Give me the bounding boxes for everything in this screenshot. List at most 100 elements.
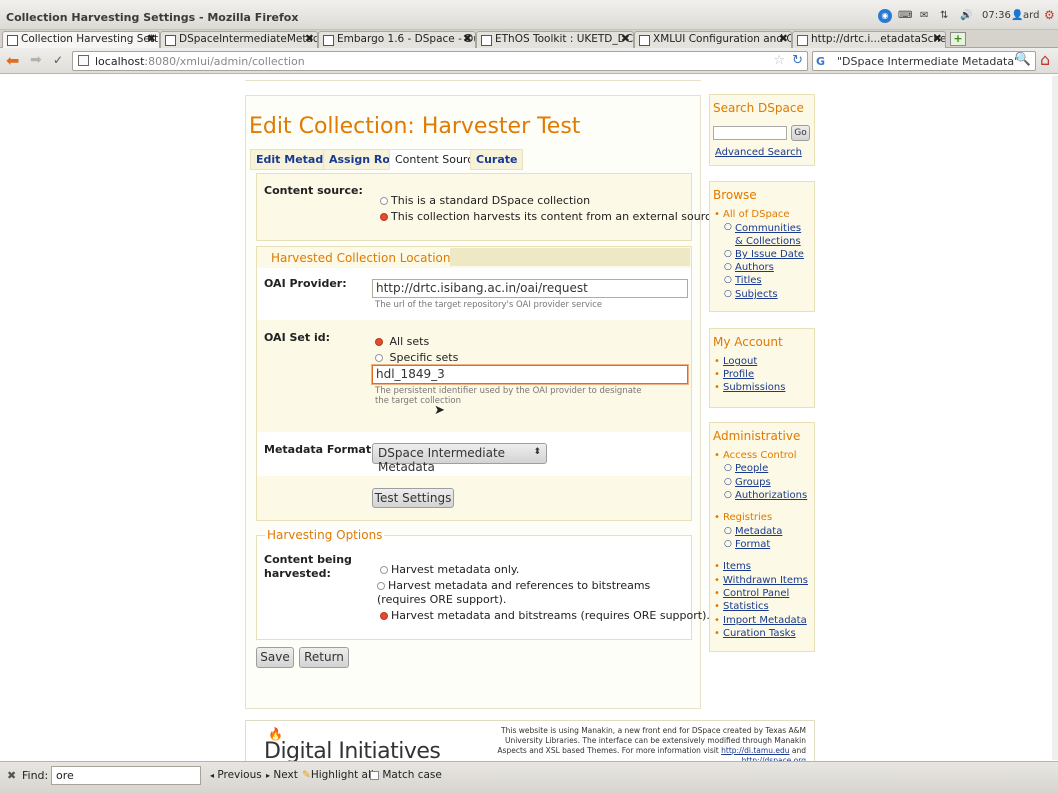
statistics-link[interactable]: Statistics (723, 601, 769, 612)
browse-communities-link[interactable]: Communities & Collections (735, 222, 805, 248)
option-text: Harvest metadata and bitstreams (require… (391, 609, 710, 622)
content-source-option-harvest[interactable]: This collection harvests its content fro… (380, 210, 718, 223)
save-button[interactable]: Save (256, 647, 294, 668)
clock[interactable]: 07:36 (982, 10, 1011, 21)
harvest-options-title: Harvesting Options (265, 528, 385, 542)
search-dspace-input[interactable] (713, 126, 787, 140)
items-link[interactable]: Items (723, 561, 751, 572)
web-search-box[interactable]: G "DSpace Intermediate Metadata" 🔍 (812, 51, 1036, 71)
metadata-format-select[interactable]: DSpace Intermediate Metadata ⬍ (372, 443, 547, 474)
page-scrollbar[interactable] (1052, 76, 1058, 760)
highlighter-icon: ✎ (302, 769, 311, 781)
bullet-icon: • (714, 615, 720, 626)
browse-titles-link[interactable]: Titles (735, 275, 762, 286)
circle-bullet-icon: ○ (724, 463, 732, 473)
network-icon[interactable]: ⇅ (940, 10, 948, 21)
volume-icon[interactable]: 🔊 (960, 10, 972, 21)
test-settings-button[interactable]: Test Settings (372, 488, 454, 508)
curation-tasks-link[interactable]: Curation Tasks (723, 628, 796, 639)
reload-icon[interactable]: ↻ (792, 53, 803, 68)
url-bar[interactable]: localhost:8080/xmlui/admin/collection ☆ … (72, 51, 808, 71)
history-icon[interactable]: ✓ (53, 53, 63, 67)
submissions-link[interactable]: Submissions (723, 382, 785, 393)
location-title: Harvested Collection Location (271, 251, 451, 265)
browse-authors-link[interactable]: Authors (735, 262, 774, 273)
oai-set-option-all[interactable]: All sets (375, 335, 429, 348)
bookmark-star-icon[interactable]: ☆ (773, 53, 785, 68)
close-icon[interactable]: ✖ (463, 32, 472, 45)
home-icon[interactable]: ⌂ (1040, 50, 1050, 69)
profile-link[interactable]: Profile (723, 369, 754, 380)
find-input[interactable]: ore (51, 766, 201, 785)
radio-harvest[interactable] (380, 213, 388, 221)
radio-all-sets[interactable] (375, 338, 383, 346)
new-tab-button[interactable]: + (950, 32, 966, 46)
close-icon[interactable]: ✖ (305, 32, 314, 45)
tab-curate[interactable]: Curate (470, 149, 524, 170)
return-button[interactable]: Return (299, 647, 349, 668)
user-name[interactable]: ard (1023, 10, 1039, 21)
metadata-registry-link[interactable]: Metadata (735, 526, 782, 537)
radio-harvest-references[interactable] (377, 582, 385, 590)
close-icon[interactable]: ✖ (147, 32, 156, 45)
import-metadata-link[interactable]: Import Metadata (723, 615, 807, 626)
radio-standard[interactable] (380, 197, 388, 205)
go-button[interactable]: Go (791, 125, 810, 141)
back-button[interactable]: ⬅ (6, 51, 19, 70)
mail-icon[interactable]: ✉ (920, 10, 928, 21)
harvest-option-references[interactable]: Harvest metadata and references to bitst… (377, 579, 677, 607)
harvest-option-metadata[interactable]: Harvest metadata only. (380, 563, 519, 576)
logout-link[interactable]: Logout (723, 356, 757, 367)
page-footer: 🔥 Digital Initiatives This website is us… (245, 720, 815, 765)
forward-button[interactable]: ➡ (30, 52, 42, 68)
content-source-option-standard[interactable]: This is a standard DSpace collection (380, 194, 590, 207)
advanced-search-link[interactable]: Advanced Search (715, 147, 802, 158)
tamu-link[interactable]: http://di.tamu.edu (721, 746, 789, 755)
groups-link[interactable]: Groups (735, 477, 771, 488)
browser-tab-2[interactable]: DSpaceIntermediateMetad... ✖ (160, 31, 318, 48)
tab-strip: Collection Harvesting Settings✖ DSpaceIn… (0, 30, 1058, 48)
browser-tab-3[interactable]: Embargo 1.6 - DSpace - Dur...✖ (318, 31, 476, 48)
search-icon[interactable]: 🔍 (1015, 52, 1031, 67)
browse-subjects-link[interactable]: Subjects (735, 289, 778, 300)
close-icon[interactable]: ✖ (621, 32, 630, 45)
find-bar: ✖ Find: ore ◂ Previous ▸ Next ✎Highlight… (0, 761, 1058, 793)
format-registry-link[interactable]: Format (735, 539, 770, 550)
circle-bullet-icon: ○ (724, 490, 732, 500)
browse-issue-date-link[interactable]: By Issue Date (735, 249, 804, 260)
browser-tab-6[interactable]: http://drtc.i...etadataSchema✖ (792, 31, 946, 48)
match-case-checkbox[interactable]: Match case (370, 769, 442, 781)
radio-harvest-bitstreams[interactable] (380, 612, 388, 620)
checkbox-box[interactable] (370, 770, 379, 780)
control-panel-link[interactable]: Control Panel (723, 588, 789, 599)
find-previous-button[interactable]: ◂ Previous (210, 769, 262, 781)
close-icon[interactable]: ✖ (779, 32, 788, 45)
browser-tab-4[interactable]: EThOS Toolkit : UKETD_DC ... ✖ (476, 31, 634, 48)
search-engine-icon[interactable]: G (816, 55, 825, 68)
close-find-icon[interactable]: ✖ (7, 769, 16, 782)
withdrawn-items-link[interactable]: Withdrawn Items (723, 575, 808, 586)
people-link[interactable]: People (735, 463, 768, 474)
left-arrow-icon: ◂ (210, 771, 215, 780)
radio-specific-sets[interactable] (375, 354, 383, 362)
bullet-icon: • (714, 356, 720, 367)
oai-set-option-specific[interactable]: Specific sets (375, 351, 458, 364)
browser-tab-5[interactable]: XMLUI Configuration and C... ✖ (634, 31, 792, 48)
radio-harvest-metadata[interactable] (380, 566, 388, 574)
keyboard-icon[interactable]: ⌨ (898, 10, 912, 21)
match-case-label: Match case (382, 769, 442, 781)
browser-tab-1[interactable]: Collection Harvesting Settings✖ (2, 31, 160, 48)
indicator-icon[interactable]: ◉ (878, 9, 892, 23)
browse-all-label: All of DSpace (723, 209, 790, 220)
authorizations-link[interactable]: Authorizations (735, 490, 807, 501)
highlight-all-button[interactable]: ✎Highlight all (302, 769, 374, 781)
browse-title: Browse (713, 188, 757, 202)
harvest-option-bitstreams[interactable]: Harvest metadata and bitstreams (require… (380, 609, 710, 622)
bullet-icon: • (714, 209, 720, 220)
close-icon[interactable]: ✖ (933, 32, 942, 45)
oai-provider-input[interactable]: http://drtc.isibang.ac.in/oai/request (372, 279, 688, 298)
find-next-button[interactable]: ▸ Next (266, 769, 298, 781)
oai-set-input[interactable]: hdl_1849_3 (372, 365, 688, 384)
power-icon[interactable]: ⚙ (1044, 8, 1055, 22)
option-text: Harvest metadata only. (391, 563, 520, 576)
